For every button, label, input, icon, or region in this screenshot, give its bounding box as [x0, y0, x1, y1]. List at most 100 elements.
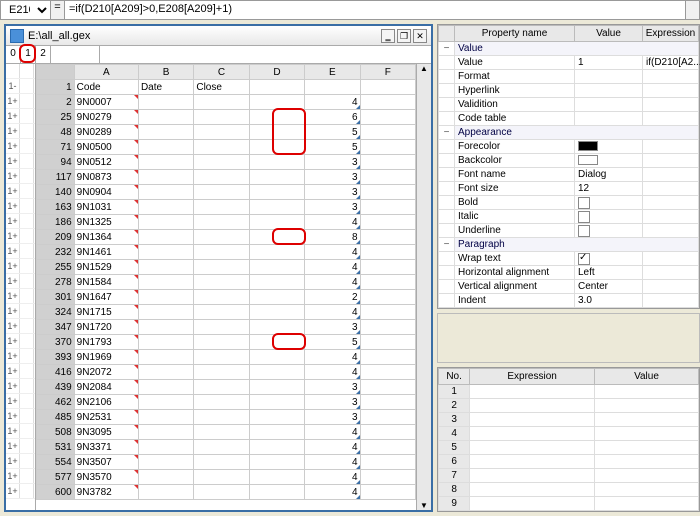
cell[interactable]: 4 [305, 440, 360, 455]
outline-toggle[interactable]: 1+ [6, 334, 35, 349]
group-toggle[interactable]: − [439, 238, 455, 252]
property-value[interactable] [575, 154, 643, 168]
cell[interactable] [249, 80, 304, 95]
cell[interactable] [138, 95, 193, 110]
property-group[interactable]: Value [455, 42, 699, 56]
cell[interactable]: 9N0500 [74, 140, 138, 155]
cell[interactable]: 9N2084 [74, 380, 138, 395]
expr-expression[interactable] [470, 413, 595, 427]
outline-toggle[interactable]: 1+ [6, 169, 35, 184]
cell[interactable] [249, 485, 304, 500]
cell[interactable] [138, 260, 193, 275]
cell[interactable] [194, 335, 249, 350]
property-value[interactable] [575, 70, 643, 84]
cell[interactable]: 9N1325 [74, 215, 138, 230]
expr-value[interactable] [594, 385, 698, 399]
cell[interactable]: 3 [305, 410, 360, 425]
cell[interactable] [138, 335, 193, 350]
expr-expression[interactable] [470, 455, 595, 469]
cell[interactable] [360, 365, 415, 380]
cell[interactable]: 9N1364 [74, 230, 138, 245]
property-value[interactable]: Dialog [575, 168, 643, 182]
cell[interactable] [360, 230, 415, 245]
property-expression[interactable] [643, 266, 699, 280]
cell[interactable]: 9N0007 [74, 95, 138, 110]
property-expression[interactable] [643, 84, 699, 98]
expr-expression[interactable] [470, 427, 595, 441]
row-header[interactable]: 324 [37, 305, 75, 320]
cell[interactable] [138, 155, 193, 170]
cell[interactable]: 9N1031 [74, 200, 138, 215]
cell[interactable] [360, 350, 415, 365]
property-expression[interactable] [643, 224, 699, 238]
cell[interactable]: 2 [305, 290, 360, 305]
cell[interactable]: 9N1647 [74, 290, 138, 305]
cell[interactable] [249, 170, 304, 185]
outline-toggle[interactable]: 1+ [6, 124, 35, 139]
cell[interactable] [194, 170, 249, 185]
cell[interactable] [249, 350, 304, 365]
outline-toggle[interactable]: 1+ [6, 394, 35, 409]
expr-expression[interactable] [470, 483, 595, 497]
outline-level-2[interactable]: 2 [36, 46, 51, 63]
cell[interactable]: 4 [305, 455, 360, 470]
color-swatch[interactable] [578, 141, 598, 151]
cell[interactable]: 4 [305, 260, 360, 275]
cell[interactable]: 5 [305, 335, 360, 350]
cell[interactable] [249, 440, 304, 455]
cell[interactable] [249, 245, 304, 260]
cell[interactable] [194, 95, 249, 110]
outline-toggle[interactable]: 1+ [6, 274, 35, 289]
row-header[interactable]: 485 [37, 410, 75, 425]
cell[interactable]: 9N0904 [74, 185, 138, 200]
property-expression[interactable] [643, 182, 699, 196]
outline-toggle[interactable]: 1+ [6, 94, 35, 109]
outline-toggle[interactable]: 1+ [6, 304, 35, 319]
cell[interactable] [305, 80, 360, 95]
cell[interactable] [194, 485, 249, 500]
cell[interactable] [249, 140, 304, 155]
outline-toggle[interactable]: 1+ [6, 289, 35, 304]
cell[interactable] [360, 110, 415, 125]
outline-toggle[interactable]: 1+ [6, 244, 35, 259]
property-expression[interactable] [643, 112, 699, 126]
group-toggle[interactable]: − [439, 126, 455, 140]
cell[interactable]: 9N0279 [74, 110, 138, 125]
cell[interactable]: 9N1461 [74, 245, 138, 260]
cell[interactable]: Date [138, 80, 193, 95]
property-expression[interactable] [643, 280, 699, 294]
property-value[interactable] [575, 252, 643, 266]
column-header-E[interactable]: E [305, 65, 360, 80]
cell[interactable] [360, 320, 415, 335]
property-value[interactable] [575, 112, 643, 126]
property-value[interactable] [575, 210, 643, 224]
cell[interactable] [249, 290, 304, 305]
property-expression[interactable] [643, 168, 699, 182]
cell[interactable] [249, 95, 304, 110]
cell-reference-box[interactable]: E210 [1, 1, 51, 19]
cell[interactable] [138, 395, 193, 410]
cell[interactable] [138, 110, 193, 125]
cell[interactable] [360, 395, 415, 410]
cell[interactable] [249, 455, 304, 470]
cell[interactable] [194, 200, 249, 215]
cell[interactable] [194, 230, 249, 245]
cell[interactable] [138, 470, 193, 485]
column-header-B[interactable]: B [138, 65, 193, 80]
cell[interactable] [249, 110, 304, 125]
row-header[interactable]: 416 [37, 365, 75, 380]
cell[interactable] [138, 425, 193, 440]
cell[interactable] [360, 470, 415, 485]
column-header-F[interactable]: F [360, 65, 415, 80]
row-header[interactable]: 163 [37, 200, 75, 215]
checkbox[interactable] [578, 225, 590, 237]
cell[interactable]: 3 [305, 200, 360, 215]
row-header[interactable]: 25 [37, 110, 75, 125]
row-header[interactable]: 2 [37, 95, 75, 110]
cell[interactable]: 9N0873 [74, 170, 138, 185]
row-header[interactable]: 209 [37, 230, 75, 245]
cell[interactable] [360, 185, 415, 200]
cell[interactable] [360, 425, 415, 440]
expr-expression[interactable] [470, 399, 595, 413]
cell[interactable] [194, 380, 249, 395]
